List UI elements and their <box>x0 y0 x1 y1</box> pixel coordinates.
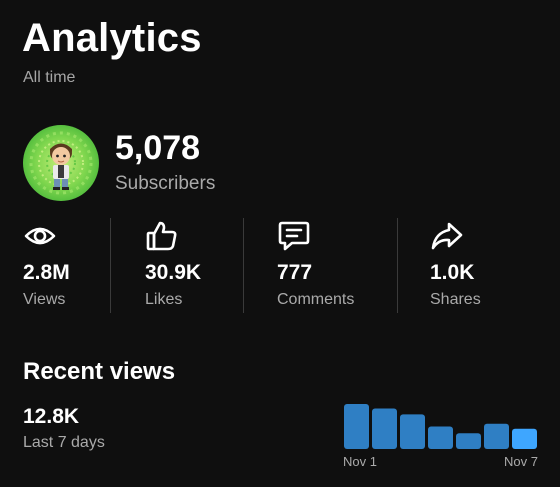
recent-views-period: Last 7 days <box>23 434 105 451</box>
chart-bar <box>344 404 369 449</box>
chart-bar <box>400 414 425 449</box>
chart-bar <box>484 423 509 449</box>
stat-value: 30.9K <box>145 261 202 284</box>
stat-label: Views <box>23 291 66 308</box>
recent-views-value: 12.8K <box>23 405 80 428</box>
time-period-label[interactable]: All time <box>23 68 75 88</box>
recent-views-chart[interactable]: Nov 1 Nov 7 <box>340 398 540 470</box>
avatar <box>23 125 99 201</box>
chart-bar <box>428 426 453 449</box>
stats-row: 2.8M Views 30.9K Likes 777 Comments 1.0K… <box>0 215 560 313</box>
stat-label: Shares <box>430 291 481 308</box>
chart-bar <box>456 433 481 449</box>
comment-icon <box>278 221 310 251</box>
divider <box>110 218 111 313</box>
stat-value: 2.8M <box>23 261 70 284</box>
x-axis-start-label: Nov 1 <box>343 454 377 469</box>
stat-label: Likes <box>145 291 183 308</box>
subscriber-label: Subscribers <box>115 173 216 194</box>
thumbs-up-icon <box>146 221 177 251</box>
divider <box>243 218 244 313</box>
stat-value: 1.0K <box>430 261 475 284</box>
divider <box>397 218 398 313</box>
page-title: Analytics <box>22 16 202 60</box>
stat-value: 777 <box>277 261 313 284</box>
recent-views-title: Recent views <box>23 358 176 385</box>
share-icon <box>431 222 463 250</box>
stat-label: Comments <box>277 291 355 308</box>
eye-icon <box>24 227 56 245</box>
chart-bar <box>372 408 397 449</box>
x-axis-end-label: Nov 7 <box>504 454 538 469</box>
subscriber-count: 5,078 <box>115 129 201 167</box>
chart-bar <box>512 428 537 449</box>
